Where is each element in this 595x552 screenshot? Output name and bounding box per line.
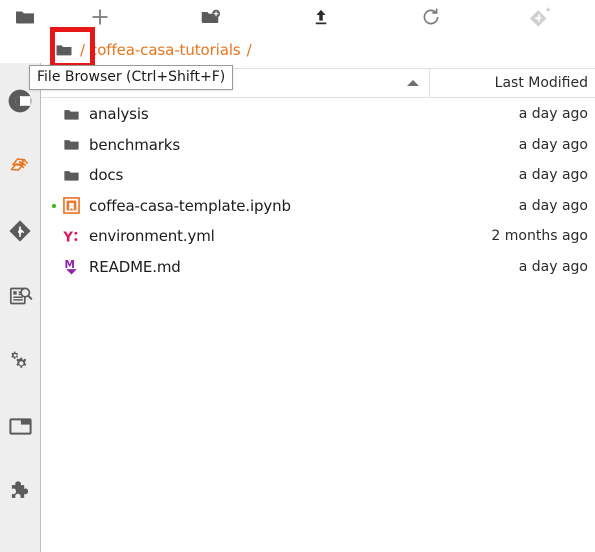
upload-icon[interactable] [300, 0, 342, 33]
table-row[interactable]: benchmarks a day ago [41, 130, 595, 161]
breadcrumb-home-folder-icon[interactable] [54, 40, 74, 60]
file-modified: a day ago [518, 106, 588, 123]
file-name: README.md [89, 257, 181, 276]
table-row[interactable]: Y environment.yml 2 months ago [41, 221, 595, 252]
sidebar-item-running-kernels[interactable] [0, 341, 40, 381]
running-indicator [49, 203, 59, 208]
notebook-icon [59, 197, 83, 215]
file-name: analysis [89, 105, 149, 124]
file-browser-toolbar [0, 0, 595, 33]
sidebar-item-property-inspector[interactable] [0, 276, 40, 316]
new-folder-icon[interactable] [189, 0, 231, 33]
new-git-repo-icon[interactable] [519, 0, 561, 33]
file-browser-panel: Name Last Modified analysis a day ago be… [41, 63, 595, 552]
running-kernel-dot-icon [52, 203, 56, 208]
sidebar-item-git[interactable] [0, 211, 40, 251]
table-row[interactable]: docs a day ago [41, 160, 595, 191]
file-name: benchmarks [89, 135, 180, 154]
file-list: analysis a day ago benchmarks a day ago … [41, 99, 595, 282]
folder-icon [59, 105, 83, 124]
markdown-icon: M [59, 257, 83, 276]
table-row[interactable]: M README.md a day ago [41, 252, 595, 283]
file-modified: a day ago [518, 167, 588, 184]
breadcrumb-segment-coffea-casa-tutorials[interactable]: coffea-casa-tutorials [89, 41, 241, 59]
new-launcher-icon[interactable] [79, 0, 121, 33]
sort-ascending-arrow-icon [407, 80, 419, 86]
file-name: coffea-casa-template.ipynb [89, 196, 291, 215]
file-name: docs [89, 166, 124, 185]
table-row[interactable]: coffea-casa-template.ipynb a day ago [41, 191, 595, 222]
file-modified: a day ago [518, 136, 588, 153]
yaml-icon: Y [59, 227, 83, 246]
breadcrumb-separator-root: / [80, 40, 86, 59]
sidebar-item-dask[interactable] [0, 146, 40, 186]
column-header-last-modified[interactable]: Last Modified [430, 69, 595, 97]
folder-icon [59, 166, 83, 185]
sidebar-item-extension-manager[interactable] [0, 471, 40, 511]
file-modified: a day ago [518, 258, 588, 275]
file-modified: 2 months ago [491, 228, 588, 245]
folder-icon [59, 135, 83, 154]
file-browser-folder-icon[interactable] [4, 0, 46, 33]
file-browser-tooltip: File Browser (Ctrl+Shift+F) [29, 65, 234, 90]
table-row[interactable]: analysis a day ago [41, 99, 595, 130]
breadcrumb: / coffea-casa-tutorials / [41, 33, 595, 66]
breadcrumb-separator-trailing: / [246, 40, 252, 59]
file-name: environment.yml [89, 227, 215, 246]
refresh-icon[interactable] [410, 0, 452, 33]
left-sidebar [0, 63, 41, 552]
sidebar-item-table-of-contents[interactable] [0, 406, 40, 446]
svg-text:Y: Y [62, 230, 73, 245]
file-modified: a day ago [518, 197, 588, 214]
